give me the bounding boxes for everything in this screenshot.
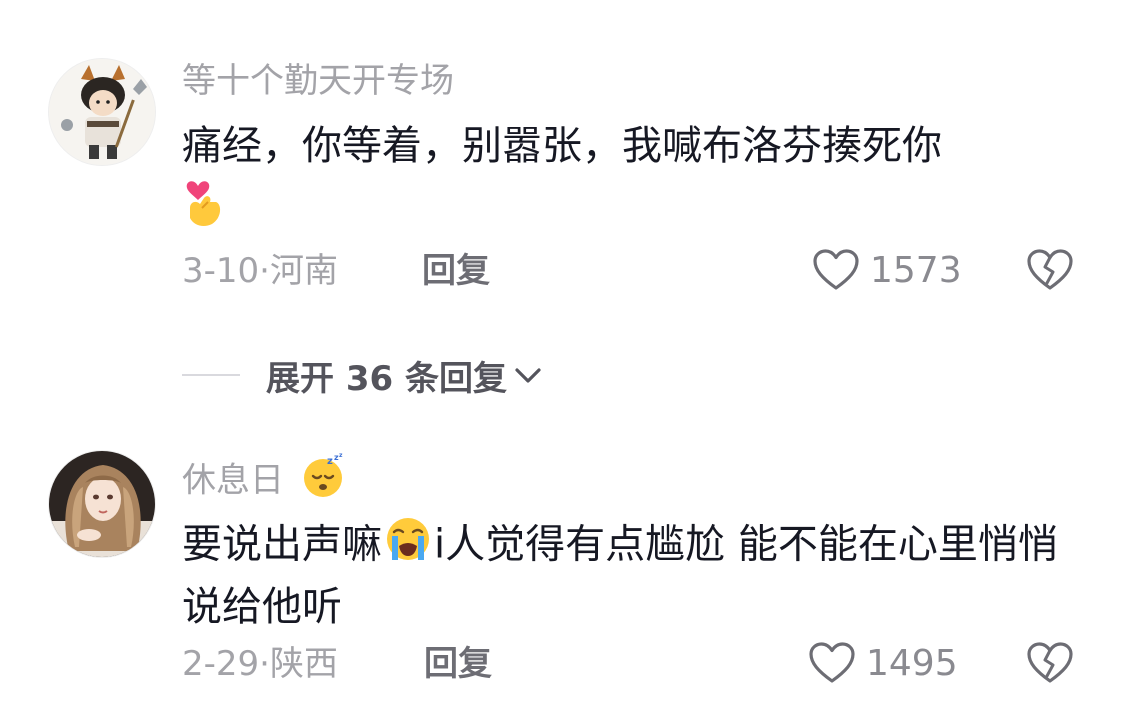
comment-location: 河南 [269,251,338,291]
comment-text-body: 痛经，你等着，别嚣张，我喊布洛芬揍死你 [182,123,942,169]
comment-text: 要说出声嘛 i人觉得有点尴尬 能不能在心里悄悄说给他听 [182,514,1062,635]
svg-text:z: z [327,456,333,467]
expand-replies-label: 展开 36 条回复 [266,358,507,399]
comment-meta: 2-29·陕西 [182,641,338,687]
divider-line [182,374,240,376]
comment-location: 陕西 [269,644,338,684]
username-text: 休息日 [182,460,284,501]
comment-text: 痛经，你等着，别嚣张，我喊布洛芬揍死你 [182,118,1062,245]
avatar[interactable] [48,450,156,558]
expand-replies-button[interactable]: 展开 36 条回复 [182,350,545,400]
like-count: 1495 [866,643,958,684]
chevron-down-icon [511,360,545,390]
finger-heart-emoji-icon [182,174,226,245]
sleeping-face-icon: z z z [299,452,347,512]
reply-button[interactable]: 回复 [422,248,490,294]
broken-heart-icon[interactable] [1026,247,1074,293]
avatar[interactable] [48,58,156,166]
separator: · [259,251,270,291]
comment-meta: 3-10·河南 [182,248,338,294]
username[interactable]: 休息日 z z z [182,452,347,512]
broken-heart-icon[interactable] [1026,640,1074,686]
heart-icon[interactable] [812,248,860,292]
separator: · [259,644,270,684]
username[interactable]: 等十个勤天开专场 [182,58,454,104]
heart-icon[interactable] [808,641,856,685]
comment-date: 2-29 [182,644,260,684]
comment-text-part1: 要说出声嘛 [182,521,382,568]
loudly-crying-face-icon [382,514,434,579]
comment-date: 3-10 [182,251,260,291]
reply-button[interactable]: 回复 [424,641,492,687]
like-count: 1573 [870,250,962,291]
svg-text:z: z [339,452,343,459]
